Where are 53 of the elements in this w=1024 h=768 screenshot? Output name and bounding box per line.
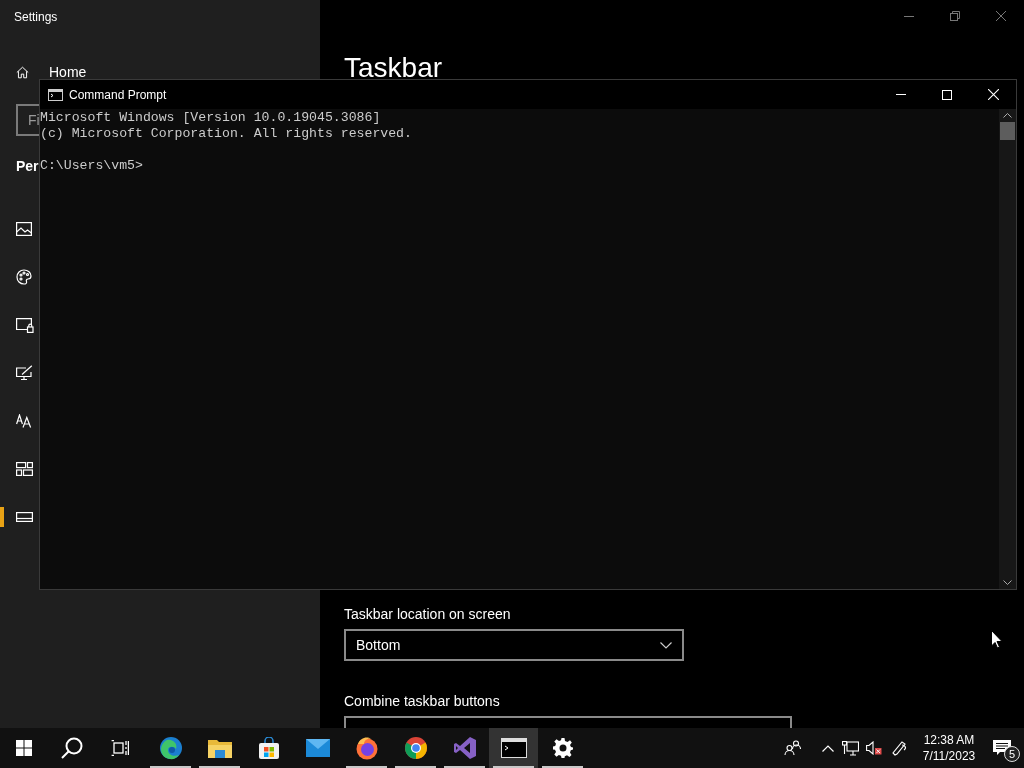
taskbar-icon bbox=[16, 512, 33, 522]
mouse-cursor-icon bbox=[991, 630, 1003, 649]
pen-icon bbox=[891, 740, 907, 756]
home-icon bbox=[16, 66, 29, 79]
close-icon[interactable] bbox=[996, 11, 1006, 21]
close-icon bbox=[987, 89, 999, 100]
palette-icon bbox=[16, 269, 32, 285]
windows-logo-icon bbox=[16, 740, 32, 756]
folder-icon bbox=[207, 738, 232, 758]
scroll-down-icon[interactable] bbox=[1003, 580, 1012, 585]
minimize-icon bbox=[896, 94, 906, 95]
monitor-brush-icon bbox=[16, 365, 33, 381]
page-title: Taskbar bbox=[344, 51, 443, 85]
firefox-icon bbox=[354, 736, 379, 760]
maximize-icon bbox=[942, 89, 952, 100]
scrollbar[interactable] bbox=[999, 109, 1016, 589]
task-view-icon bbox=[111, 740, 129, 756]
action-center-button[interactable]: 5 bbox=[980, 728, 1024, 768]
volume-muted-icon bbox=[866, 741, 882, 755]
lock-screen-icon bbox=[16, 317, 34, 333]
command-prompt-button[interactable] bbox=[489, 728, 538, 768]
mail-envelope-icon bbox=[305, 739, 330, 757]
settings-icon bbox=[552, 738, 573, 758]
chevron-up-icon bbox=[822, 744, 834, 752]
command-prompt-icon bbox=[500, 738, 527, 758]
home-link[interactable]: Home bbox=[16, 66, 87, 79]
store-bag-icon bbox=[257, 737, 280, 759]
people-icon bbox=[784, 740, 802, 756]
network-icon bbox=[841, 740, 859, 756]
window-title: Settings bbox=[14, 10, 59, 24]
start-tiles-icon bbox=[16, 462, 33, 476]
visual-studio-icon bbox=[452, 736, 477, 760]
chrome-icon bbox=[403, 736, 428, 760]
field-label: Combine taskbar buttons bbox=[344, 692, 500, 711]
console-output-line: Microsoft Windows [Version 10.0.19045.3086] bbox=[40, 110, 381, 126]
location-dropdown[interactable]: Bottom bbox=[344, 629, 684, 661]
font-size-icon bbox=[16, 414, 32, 428]
console-output-line: (c) Microsoft Corporation. All rights reserved. bbox=[40, 126, 412, 142]
edge-icon bbox=[158, 736, 183, 760]
scroll-up-icon[interactable] bbox=[1003, 113, 1012, 118]
field-label: Taskbar location on screen bbox=[344, 605, 511, 624]
chevron-down-icon bbox=[660, 641, 672, 649]
clock[interactable]: 12:38 AM 7/11/2023 bbox=[918, 728, 980, 768]
window-title: Command Prompt bbox=[69, 86, 167, 104]
section-heading: Per bbox=[16, 158, 39, 174]
notification-count: 5 bbox=[1004, 746, 1020, 762]
console-prompt: C:\Users\vm5> bbox=[40, 158, 143, 174]
console-icon bbox=[48, 88, 63, 101]
minimize-icon[interactable] bbox=[904, 15, 914, 17]
scrollbar-thumb[interactable] bbox=[1000, 122, 1015, 140]
search-icon bbox=[61, 737, 83, 759]
restore-icon[interactable] bbox=[950, 11, 960, 21]
image-icon bbox=[16, 222, 32, 236]
